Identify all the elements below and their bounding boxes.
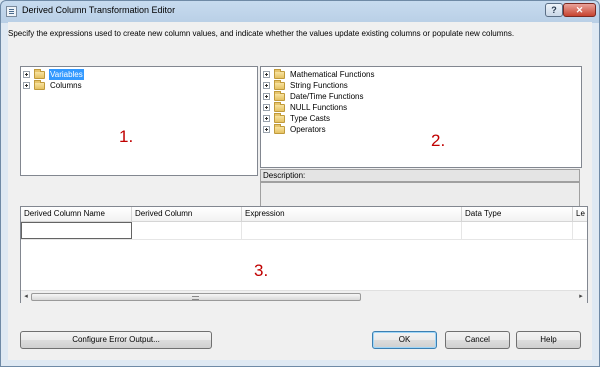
scroll-left-arrow-icon[interactable]: ◂ <box>22 293 30 301</box>
title-bar[interactable]: Derived Column Transformation Editor ? ✕ <box>1 1 599 23</box>
tree-item-label: NULL Functions <box>290 103 348 112</box>
tree-item-label: Variables <box>49 69 84 80</box>
cancel-button[interactable]: Cancel <box>445 331 510 349</box>
expand-icon[interactable] <box>263 104 270 111</box>
tree-item-label: Mathematical Functions <box>290 70 375 79</box>
column-header-derived-column-name[interactable]: Derived Column Name <box>21 207 132 221</box>
expand-icon[interactable] <box>23 71 30 78</box>
variables-columns-tree[interactable]: Variables Columns 1. <box>20 66 258 176</box>
table-row[interactable] <box>21 222 587 240</box>
grid-header: Derived Column Name Derived Column Expre… <box>21 207 587 222</box>
expression-cell[interactable] <box>242 222 462 239</box>
configure-error-output-button[interactable]: Configure Error Output... <box>20 331 212 349</box>
tree-item-label: Type Casts <box>290 114 331 123</box>
column-header-data-type[interactable]: Data Type <box>462 207 573 221</box>
annotation-2: 2. <box>431 131 446 150</box>
data-type-cell[interactable] <box>462 222 573 239</box>
expand-icon[interactable] <box>263 82 270 89</box>
app-icon <box>6 6 17 17</box>
annotation-3: 3. <box>254 261 269 280</box>
functions-tree[interactable]: Mathematical Functions String Functions … <box>260 66 582 168</box>
length-cell[interactable] <box>573 222 587 239</box>
tree-item-label: Date/Time Functions <box>290 92 364 101</box>
help-button[interactable]: Help <box>516 331 581 349</box>
folder-icon <box>274 69 285 79</box>
expand-icon[interactable] <box>263 115 270 122</box>
derived-column-cell[interactable] <box>132 222 242 239</box>
help-icon: ? <box>551 5 557 15</box>
folder-icon <box>274 102 285 112</box>
annotation-1: 1. <box>119 127 134 146</box>
tree-item-label: Operators <box>290 125 326 134</box>
horizontal-scrollbar[interactable]: ◂ ▸ <box>21 290 587 303</box>
derived-column-name-cell[interactable] <box>21 222 132 239</box>
folder-icon <box>34 69 45 79</box>
ok-button[interactable]: OK <box>372 331 437 349</box>
dialog-client-area: Specify the expressions used to create n… <box>8 22 592 360</box>
derived-columns-grid[interactable]: Derived Column Name Derived Column Expre… <box>20 206 588 303</box>
expand-icon[interactable] <box>263 126 270 133</box>
tree-item-label: String Functions <box>290 81 348 90</box>
description-box <box>260 182 580 207</box>
window-title: Derived Column Transformation Editor <box>22 5 176 15</box>
scroll-right-arrow-icon[interactable]: ▸ <box>577 293 585 301</box>
column-header-length[interactable]: Le <box>573 207 587 221</box>
folder-icon <box>34 80 45 90</box>
tree-item-label: Columns <box>50 81 82 90</box>
folder-icon <box>274 113 285 123</box>
close-window-button[interactable]: ✕ <box>563 3 596 17</box>
description-label: Description: <box>260 169 580 182</box>
expand-icon[interactable] <box>23 82 30 89</box>
column-header-expression[interactable]: Expression <box>242 207 462 221</box>
instructions-text: Specify the expressions used to create n… <box>8 29 515 38</box>
folder-icon <box>274 91 285 101</box>
expand-icon[interactable] <box>263 93 270 100</box>
help-window-button[interactable]: ? <box>545 3 563 17</box>
folder-icon <box>274 124 285 134</box>
folder-icon <box>274 80 285 90</box>
close-icon: ✕ <box>575 5 584 15</box>
expand-icon[interactable] <box>263 71 270 78</box>
column-header-derived-column[interactable]: Derived Column <box>132 207 242 221</box>
scrollbar-thumb[interactable] <box>31 293 361 301</box>
